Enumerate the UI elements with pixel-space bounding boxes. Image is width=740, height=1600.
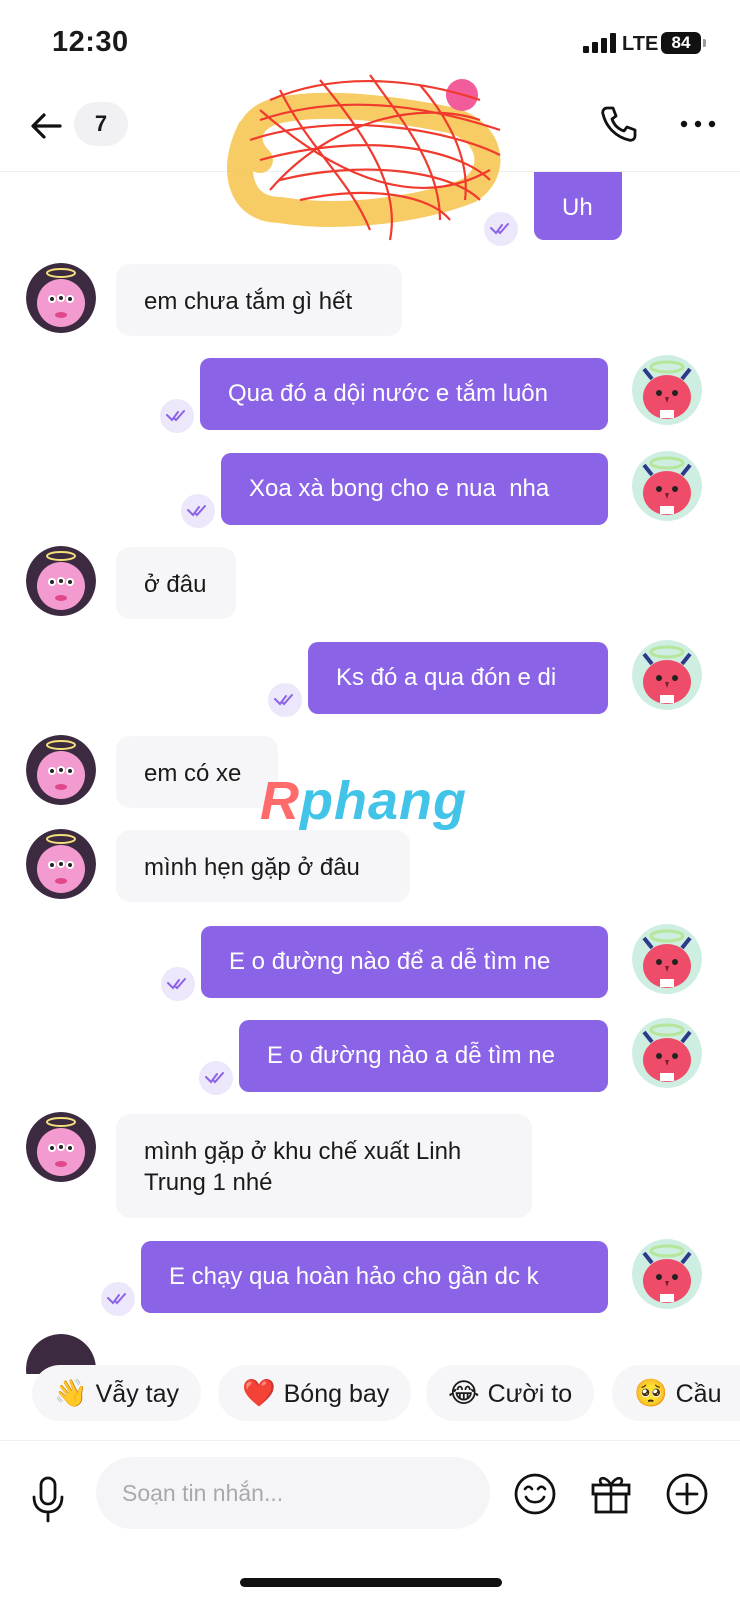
message-text: Uh — [562, 194, 593, 221]
reaction-chip-plead[interactable]: 🥺 Cầu — [612, 1365, 740, 1421]
message-bubble-outgoing[interactable]: Qua đó a dội nước e tắm luôn — [200, 358, 608, 430]
message-text: mình hẹn gặp ở đâu — [144, 854, 360, 881]
status-time: 12:30 — [52, 26, 129, 58]
read-receipt-icon — [101, 1282, 135, 1316]
message-text: ở đâu — [144, 571, 207, 598]
contact-avatar[interactable] — [26, 263, 96, 333]
reaction-chip-wave[interactable]: 👋 Vẫy tay — [32, 1365, 201, 1421]
message-bubble-outgoing[interactable]: Xoa xà bong cho e nua nha — [221, 453, 608, 525]
message-bubble-incoming[interactable]: mình gặp ở khu chế xuất Linh Trung 1 nhé — [116, 1114, 532, 1218]
home-indicator[interactable] — [240, 1578, 502, 1587]
message-text: em chưa tắm gì hết — [144, 288, 353, 315]
my-avatar[interactable] — [632, 1018, 702, 1088]
message-input[interactable] — [96, 1457, 490, 1529]
battery-tip — [703, 39, 706, 47]
unread-count-badge[interactable]: 7 — [74, 102, 128, 146]
emoji-icon[interactable] — [512, 1471, 558, 1517]
reaction-label: Cười to — [487, 1380, 573, 1408]
microphone-icon[interactable] — [28, 1475, 68, 1523]
chat-header: 7 — [0, 74, 740, 241]
message-bubble-outgoing[interactable]: Uh — [534, 172, 622, 240]
contact-avatar[interactable] — [26, 829, 96, 899]
reaction-label: Vẫy tay — [95, 1380, 179, 1408]
message-bubble-outgoing[interactable]: Ks đó a qua đón e di — [308, 642, 608, 714]
redaction-scribble — [227, 74, 501, 241]
my-avatar[interactable] — [632, 640, 702, 710]
message-text: mình gặp ở khu chế xuất Linh Trung 1 nhé — [144, 1138, 462, 1196]
message-text: em có xe — [144, 760, 242, 787]
contact-avatar[interactable] — [26, 1112, 96, 1182]
message-text: Qua đó a dội nước e tắm luôn — [228, 380, 548, 407]
message-bubble-outgoing[interactable]: E o đường nào a dễ tìm ne — [239, 1020, 608, 1092]
wave-emoji-icon: 👋 — [54, 1378, 88, 1408]
message-bubble-incoming[interactable]: ở đâu — [116, 547, 236, 619]
add-attachment-icon[interactable] — [664, 1471, 710, 1517]
my-avatar[interactable] — [632, 1239, 702, 1309]
back-arrow-icon[interactable] — [26, 106, 66, 146]
battery-icon: 84 — [661, 32, 701, 54]
pleading-emoji-icon: 🥺 — [634, 1378, 668, 1408]
message-bubble-incoming[interactable]: mình hẹn gặp ở đâu — [116, 830, 410, 902]
laugh-emoji-icon: 😂 — [448, 1378, 480, 1408]
read-receipt-icon — [181, 494, 215, 528]
message-bubble-incoming[interactable]: em chưa tắm gì hết — [116, 264, 402, 336]
network-type: LTE — [622, 33, 659, 55]
reaction-chip-heart[interactable]: ❤️ Bóng bay — [218, 1365, 412, 1421]
read-receipt-icon — [484, 212, 518, 246]
gift-icon[interactable] — [588, 1471, 634, 1517]
message-text: E o đường nào a dễ tìm ne — [267, 1042, 555, 1069]
message-text: Ks đó a qua đón e di — [336, 664, 557, 691]
read-receipt-icon — [161, 967, 195, 1001]
heart-emoji-icon: ❤️ — [242, 1378, 276, 1408]
my-avatar[interactable] — [632, 924, 702, 994]
message-text: E chạy qua hoàn hảo cho gần dc k — [169, 1263, 539, 1290]
contact-avatar[interactable] — [26, 546, 96, 616]
quick-reactions-bar: 👋 Vẫy tay ❤️ Bóng bay 😂 Cười to 🥺 Cầu — [0, 1365, 740, 1423]
read-receipt-icon — [199, 1061, 233, 1095]
read-receipt-icon — [160, 399, 194, 433]
my-avatar[interactable] — [632, 355, 702, 425]
reaction-label: Cầu — [675, 1380, 722, 1408]
reaction-label: Bóng bay — [283, 1380, 390, 1408]
message-text: E o đường nào để a dễ tìm ne — [229, 948, 551, 975]
my-avatar[interactable] — [632, 451, 702, 521]
read-receipt-icon — [268, 683, 302, 717]
message-text: Xoa xà bong cho e nua nha — [249, 475, 550, 502]
watermark-logo: Rphang — [260, 770, 467, 832]
more-options-icon[interactable] — [676, 102, 720, 146]
message-composer — [0, 1440, 740, 1540]
watermark-part2: phang — [300, 771, 467, 831]
watermark-part1: R — [260, 771, 300, 831]
message-bubble-outgoing[interactable]: E chạy qua hoàn hảo cho gần dc k — [141, 1241, 608, 1313]
signal-icon — [583, 33, 617, 53]
reaction-chip-laugh[interactable]: 😂 Cười to — [426, 1365, 595, 1421]
contact-avatar[interactable] — [26, 735, 96, 805]
phone-call-icon[interactable] — [597, 102, 641, 146]
message-bubble-incoming[interactable]: em có xe — [116, 736, 278, 808]
message-bubble-outgoing[interactable]: E o đường nào để a dễ tìm ne — [201, 926, 608, 998]
